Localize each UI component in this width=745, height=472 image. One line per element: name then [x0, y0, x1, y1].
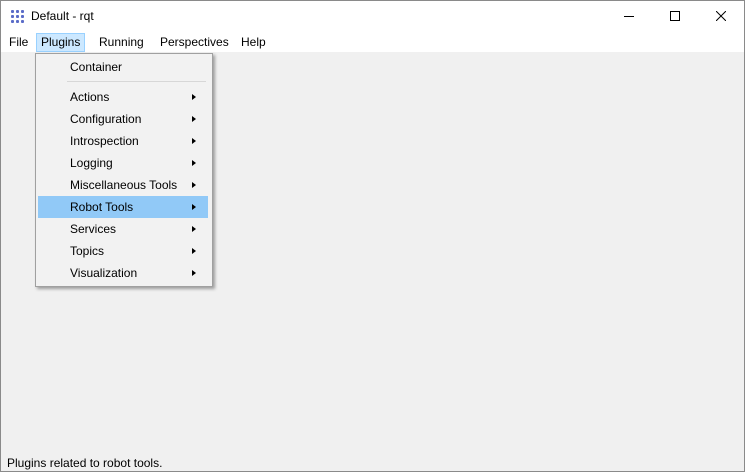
menu-item-label: Logging [70, 156, 113, 170]
submenu-arrow-icon [192, 270, 196, 276]
menu-plugins[interactable]: Plugins [36, 33, 86, 52]
menu-item-label: Actions [70, 90, 110, 104]
menu-help[interactable]: Help [237, 34, 270, 51]
minimize-button[interactable] [606, 1, 652, 31]
menu-item-services[interactable]: Services [38, 218, 208, 240]
menu-item-label: Topics [70, 244, 105, 258]
maximize-icon [670, 11, 680, 21]
plugins-dropdown-menu: Container Actions Configuration Introspe… [35, 53, 213, 287]
minimize-icon [624, 16, 634, 17]
menu-item-introspection[interactable]: Introspection [38, 130, 208, 152]
submenu-arrow-icon [192, 138, 196, 144]
menu-separator [67, 81, 206, 82]
submenu-arrow-icon [192, 94, 196, 100]
close-button[interactable] [698, 1, 744, 31]
submenu-arrow-icon [192, 116, 196, 122]
submenu-arrow-icon [192, 160, 196, 166]
menu-item-label: Services [70, 222, 117, 236]
menu-file[interactable]: File [5, 34, 32, 51]
title-bar[interactable]: Default - rqt [1, 1, 744, 31]
menu-item-label: Configuration [70, 112, 142, 126]
menu-item-label: Visualization [70, 266, 138, 280]
submenu-arrow-icon [192, 226, 196, 232]
menu-perspectives[interactable]: Perspectives [156, 34, 233, 51]
submenu-arrow-icon [192, 182, 196, 188]
menu-item-topics[interactable]: Topics [38, 240, 208, 262]
menu-item-label: Container [70, 60, 123, 74]
menu-item-label: Miscellaneous Tools [70, 178, 178, 192]
status-bar: Plugins related to robot tools. [1, 453, 744, 471]
menu-item-logging[interactable]: Logging [38, 152, 208, 174]
menu-item-actions[interactable]: Actions [38, 86, 208, 108]
menu-item-configuration[interactable]: Configuration [38, 108, 208, 130]
menu-item-label: Introspection [70, 134, 139, 148]
window-title: Default - rqt [31, 9, 94, 23]
menu-bar: File Plugins Running Perspectives Help [1, 31, 744, 52]
app-grid-icon[interactable] [11, 10, 24, 23]
status-text: Plugins related to robot tools. [7, 456, 163, 470]
menu-item-container[interactable]: Container [38, 56, 208, 78]
menu-running[interactable]: Running [95, 34, 148, 51]
submenu-arrow-icon [192, 204, 196, 210]
maximize-button[interactable] [652, 1, 698, 31]
menu-item-robot-tools[interactable]: Robot Tools [38, 196, 208, 218]
menu-item-visualization[interactable]: Visualization [38, 262, 208, 284]
menu-item-miscellaneous-tools[interactable]: Miscellaneous Tools [38, 174, 208, 196]
menu-item-label: Robot Tools [70, 200, 134, 214]
submenu-arrow-icon [192, 248, 196, 254]
close-icon [716, 11, 726, 21]
